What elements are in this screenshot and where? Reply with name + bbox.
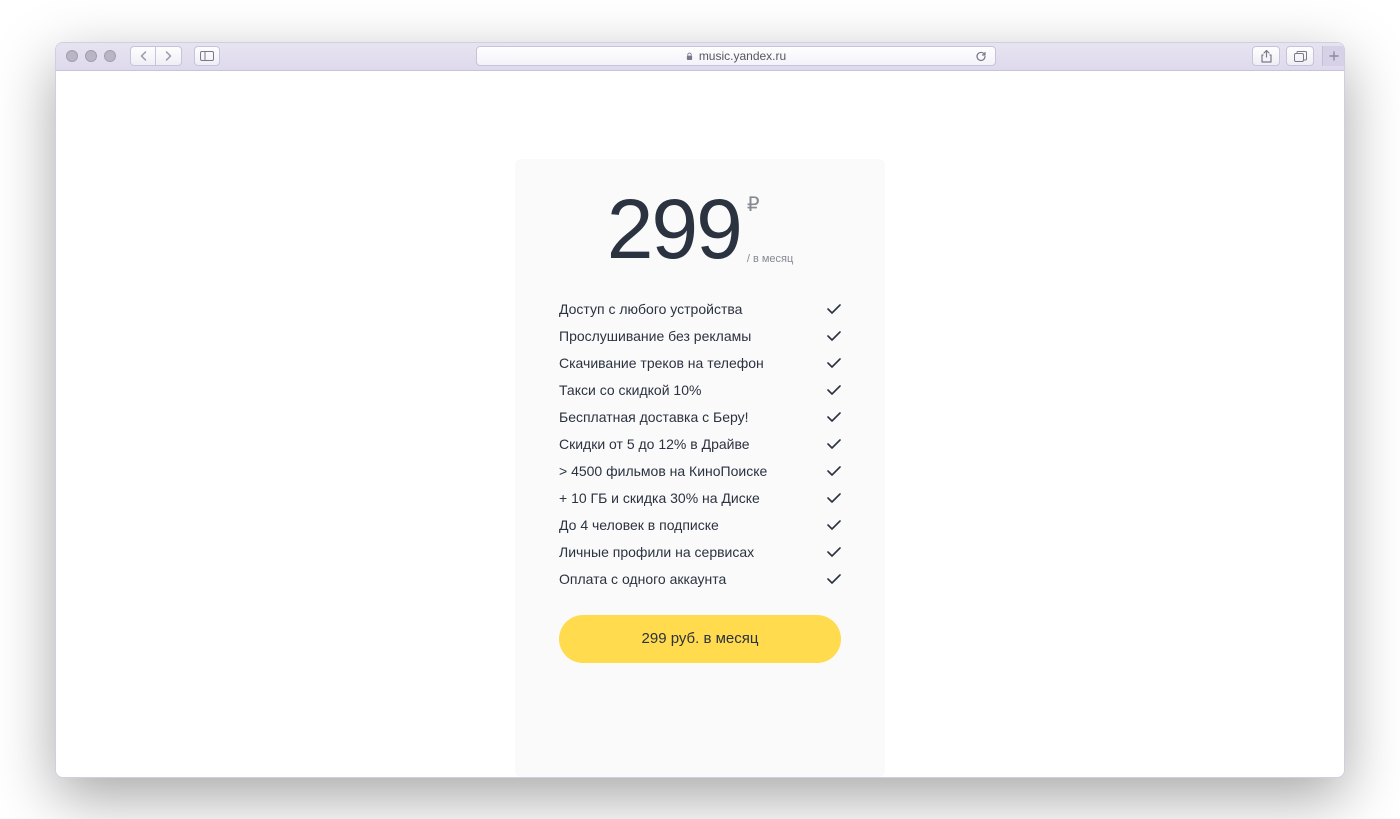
price-amount: 299 [607, 187, 741, 271]
navigation-buttons [130, 46, 182, 66]
list-item: Бесплатная доставка с Беру! [559, 409, 841, 425]
price-currency: ₽ [747, 195, 760, 215]
price-meta: ₽ / в месяц [747, 195, 793, 265]
tabs-button[interactable] [1286, 46, 1314, 66]
feature-text: Оплата с одного аккаунта [559, 571, 726, 587]
page-content: 299 ₽ / в месяц Доступ с любого устройст… [56, 71, 1344, 777]
feature-text: Прослушивание без рекламы [559, 328, 751, 344]
plus-icon [1329, 51, 1339, 61]
feature-text: + 10 ГБ и скидка 30% на Диске [559, 490, 760, 506]
list-item: Скачивание треков на телефон [559, 355, 841, 371]
feature-text: Доступ с любого устройства [559, 301, 742, 317]
check-icon [827, 466, 841, 476]
chevron-right-icon [165, 51, 172, 61]
list-item: Личные профили на сервисах [559, 544, 841, 560]
address-bar[interactable]: music.yandex.ru [476, 46, 996, 66]
check-icon [827, 520, 841, 530]
toolbar-right [1252, 46, 1334, 66]
check-icon [827, 331, 841, 341]
check-icon [827, 304, 841, 314]
feature-text: Личные профили на сервисах [559, 544, 754, 560]
check-icon [827, 439, 841, 449]
list-item: + 10 ГБ и скидка 30% на Диске [559, 490, 841, 506]
forward-button[interactable] [156, 46, 182, 66]
share-icon [1261, 50, 1272, 63]
price-period: / в месяц [747, 253, 793, 265]
feature-text: До 4 человек в подписке [559, 517, 719, 533]
tabs-icon [1294, 51, 1307, 62]
feature-text: Скачивание треков на телефон [559, 355, 764, 371]
maximize-window-button[interactable] [104, 50, 116, 62]
chevron-left-icon [140, 51, 147, 61]
check-icon [827, 493, 841, 503]
list-item: Оплата с одного аккаунта [559, 571, 841, 587]
list-item: Скидки от 5 до 12% в Драйве [559, 436, 841, 452]
list-item: До 4 человек в подписке [559, 517, 841, 533]
browser-toolbar: music.yandex.ru [56, 43, 1344, 71]
feature-list: Доступ с любого устройства Прослушивание… [559, 301, 841, 587]
feature-text: Такси со скидкой 10% [559, 382, 701, 398]
window-controls [66, 50, 116, 62]
close-window-button[interactable] [66, 50, 78, 62]
url-text: music.yandex.ru [699, 49, 786, 63]
feature-text: > 4500 фильмов на КиноПоиске [559, 463, 767, 479]
feature-text: Скидки от 5 до 12% в Драйве [559, 436, 750, 452]
back-button[interactable] [130, 46, 156, 66]
sidebar-icon [200, 51, 214, 61]
list-item: > 4500 фильмов на КиноПоиске [559, 463, 841, 479]
check-icon [827, 358, 841, 368]
reload-icon [975, 50, 987, 62]
list-item: Такси со скидкой 10% [559, 382, 841, 398]
check-icon [827, 574, 841, 584]
share-button[interactable] [1252, 46, 1280, 66]
pricing-card: 299 ₽ / в месяц Доступ с любого устройст… [515, 159, 885, 777]
list-item: Доступ с любого устройства [559, 301, 841, 317]
lock-icon [686, 52, 693, 61]
check-icon [827, 385, 841, 395]
new-tab-button[interactable] [1322, 46, 1344, 66]
check-icon [827, 547, 841, 557]
check-icon [827, 412, 841, 422]
price-block: 299 ₽ / в месяц [559, 187, 841, 271]
feature-text: Бесплатная доставка с Беру! [559, 409, 749, 425]
subscribe-button[interactable]: 299 руб. в месяц [559, 615, 841, 663]
minimize-window-button[interactable] [85, 50, 97, 62]
reload-button[interactable] [975, 50, 987, 62]
sidebar-toggle-button[interactable] [194, 46, 220, 66]
list-item: Прослушивание без рекламы [559, 328, 841, 344]
browser-window: music.yandex.ru 299 ₽ / в месяц [55, 42, 1345, 778]
